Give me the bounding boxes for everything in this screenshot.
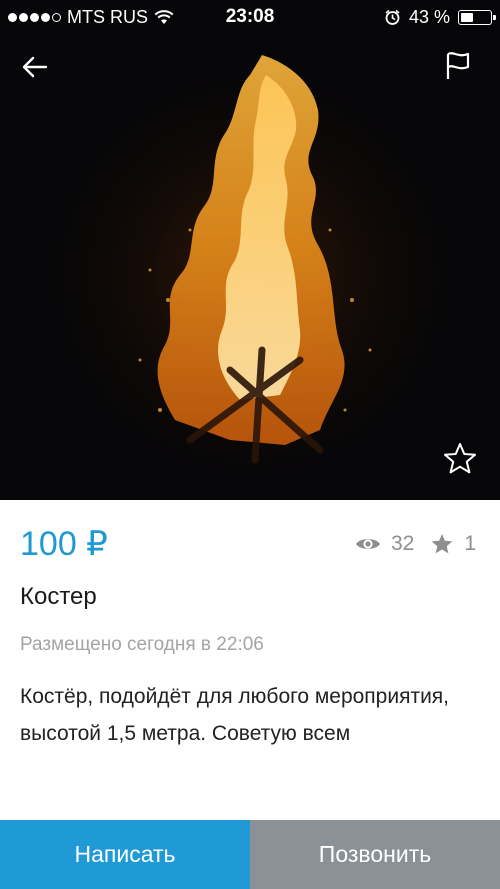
price: 100 ₽ xyxy=(20,525,108,563)
call-button[interactable]: Позвонить xyxy=(250,820,500,889)
star-outline-icon xyxy=(444,443,476,474)
favorites-count: 1 xyxy=(464,532,476,555)
favorite-button[interactable] xyxy=(441,440,479,478)
flag-icon xyxy=(446,52,470,79)
listing-photo[interactable]: MTS RUS 23:08 43 % xyxy=(0,0,500,500)
status-bar-right: 43 % xyxy=(384,7,496,28)
listing-description: Костёр, подойдёт для любого мероприятия,… xyxy=(20,685,450,745)
battery-icon xyxy=(458,10,496,25)
eye-icon xyxy=(355,539,380,549)
views-count: 32 xyxy=(390,532,415,555)
status-bar: MTS RUS 23:08 43 % xyxy=(0,0,500,34)
favorites-counter: 1 xyxy=(430,532,476,556)
alarm-icon xyxy=(385,9,400,25)
write-message-button[interactable]: Написать xyxy=(0,820,250,889)
report-button[interactable] xyxy=(440,48,476,84)
campfire-image xyxy=(0,0,500,500)
battery-percent: 43 % xyxy=(408,7,450,27)
listing-stats: 32 1 xyxy=(355,532,476,556)
arrow-left-icon xyxy=(22,56,48,78)
back-button[interactable] xyxy=(18,50,52,84)
star-filled-icon xyxy=(432,534,453,554)
posted-date: Размещено сегодня в 22:06 xyxy=(20,634,264,655)
listing-title: Костер xyxy=(20,583,97,610)
views-counter: 32 xyxy=(355,532,414,556)
